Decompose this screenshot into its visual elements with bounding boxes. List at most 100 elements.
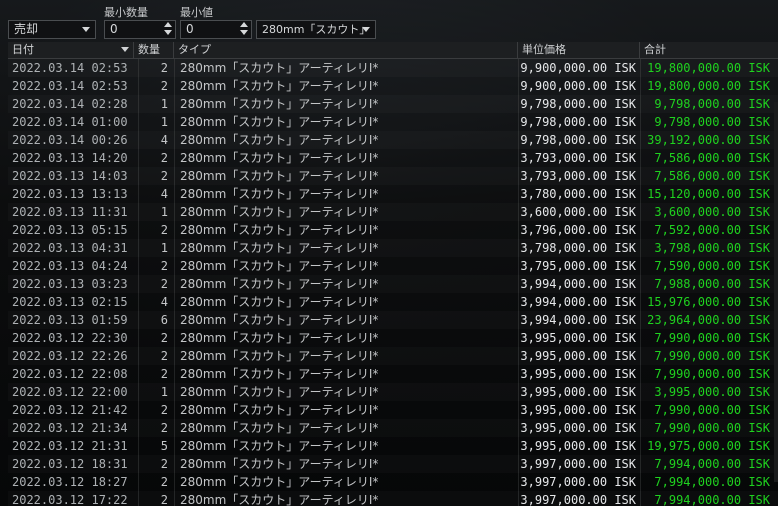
row-type: 280mm「スカウト」アーティレリI*	[180, 457, 379, 471]
row-unit-price: 3,997,000.00 ISK	[520, 493, 636, 506]
row-unit-price: 3,780,000.00 ISK	[520, 187, 636, 201]
row-type: 280mm「スカウト」アーティレリI*	[180, 439, 379, 453]
table-row[interactable]: 2022.03.13 11:31 1 280mm「スカウト」アーティレリI* 3,60…	[8, 203, 778, 221]
order-type-dropdown[interactable]: 売却	[8, 20, 96, 39]
table-row[interactable]: 2022.03.13 03:23 2 280mm「スカウト」アーティレリI* 3,99…	[8, 275, 778, 293]
table-row[interactable]: 2022.03.13 14:20 2 280mm「スカウト」アーティレリI* 3,79…	[8, 149, 778, 167]
min-value-stepper[interactable]: 0	[180, 20, 252, 39]
row-total: 19,800,000.00 ISK	[647, 61, 770, 75]
table-row[interactable]: 2022.03.12 22:08 2 280mm「スカウト」アーティレリI* 3,99…	[8, 365, 778, 383]
table-row[interactable]: 2022.03.12 18:27 2 280mm「スカウト」アーティレリI* 3,99…	[8, 473, 778, 491]
scrollbar[interactable]	[774, 102, 778, 482]
row-quantity: 4	[160, 295, 168, 309]
row-quantity: 1	[160, 115, 168, 129]
row-type: 280mm「スカウト」アーティレリI*	[180, 133, 379, 147]
row-unit-price: 3,995,000.00 ISK	[520, 439, 636, 453]
row-date: 2022.03.12 22:30	[12, 331, 128, 345]
row-type: 280mm「スカウト」アーティレリI*	[180, 295, 379, 309]
table-row[interactable]: 2022.03.14 01:00 1 280mm「スカウト」アーティレリI* 9,79…	[8, 113, 778, 131]
row-total: 7,994,000.00 ISK	[654, 457, 770, 471]
row-date: 2022.03.12 21:42	[12, 403, 128, 417]
column-header-date[interactable]: 日付	[8, 42, 134, 58]
row-date: 2022.03.12 18:31	[12, 457, 128, 471]
row-total: 23,964,000.00 ISK	[647, 313, 770, 327]
min-qty-value: 0	[110, 22, 118, 36]
table-row[interactable]: 2022.03.13 04:31 1 280mm「スカウト」アーティレリI* 3,79…	[8, 239, 778, 257]
table-row[interactable]: 2022.03.13 14:03 2 280mm「スカウト」アーティレリI* 3,79…	[8, 167, 778, 185]
row-date: 2022.03.12 22:26	[12, 349, 128, 363]
row-total: 3,600,000.00 ISK	[654, 205, 770, 219]
column-header-type[interactable]: タイプ	[174, 42, 518, 58]
row-quantity: 2	[160, 79, 168, 93]
row-unit-price: 3,995,000.00 ISK	[520, 403, 636, 417]
table-row[interactable]: 2022.03.12 18:31 2 280mm「スカウト」アーティレリI* 3,99…	[8, 455, 778, 473]
row-quantity: 2	[160, 61, 168, 75]
row-type: 280mm「スカウト」アーティレリI*	[180, 421, 379, 435]
item-filter-dropdown[interactable]: 280mm「スカウト」	[256, 20, 376, 39]
spinner-icon[interactable]	[239, 22, 249, 37]
table-row[interactable]: 2022.03.13 02:15 4 280mm「スカウト」アーティレリI* 3,99…	[8, 293, 778, 311]
row-total: 7,994,000.00 ISK	[654, 493, 770, 506]
row-total: 7,990,000.00 ISK	[654, 421, 770, 435]
table-row[interactable]: 2022.03.12 21:31 5 280mm「スカウト」アーティレリI* 3,99…	[8, 437, 778, 455]
transactions-table: 日付 数量 タイプ 単位価格 合計 2022.03.14 02:53 2 280mm…	[8, 42, 778, 506]
table-row[interactable]: 2022.03.13 13:13 4 280mm「スカウト」アーティレリI* 3,78…	[8, 185, 778, 203]
min-qty-stepper[interactable]: 0	[104, 20, 176, 39]
row-total: 7,990,000.00 ISK	[654, 403, 770, 417]
row-type: 280mm「スカウト」アーティレリI*	[180, 79, 379, 93]
row-total: 9,798,000.00 ISK	[654, 115, 770, 129]
column-header-unit-price[interactable]: 単位価格	[518, 42, 640, 58]
row-type: 280mm「スカウト」アーティレリI*	[180, 403, 379, 417]
row-quantity: 1	[160, 97, 168, 111]
row-type: 280mm「スカウト」アーティレリI*	[180, 367, 379, 381]
row-total: 9,798,000.00 ISK	[654, 97, 770, 111]
row-date: 2022.03.13 04:31	[12, 241, 128, 255]
row-quantity: 2	[160, 475, 168, 489]
row-quantity: 6	[160, 313, 168, 327]
row-quantity: 4	[160, 187, 168, 201]
table-row[interactable]: 2022.03.13 01:59 6 280mm「スカウト」アーティレリI* 3,99…	[8, 311, 778, 329]
row-type: 280mm「スカウト」アーティレリI*	[180, 61, 379, 75]
column-header-qty[interactable]: 数量	[134, 42, 174, 58]
row-unit-price: 3,995,000.00 ISK	[520, 367, 636, 381]
row-total: 7,990,000.00 ISK	[654, 349, 770, 363]
row-date: 2022.03.13 01:59	[12, 313, 128, 327]
row-total: 7,590,000.00 ISK	[654, 259, 770, 273]
table-row[interactable]: 2022.03.12 22:30 2 280mm「スカウト」アーティレリI* 3,99…	[8, 329, 778, 347]
table-row[interactable]: 2022.03.12 22:26 2 280mm「スカウト」アーティレリI* 3,99…	[8, 347, 778, 365]
column-header-unit-price-label: 単位価格	[522, 43, 566, 56]
column-header-total[interactable]: 合計	[640, 42, 778, 58]
row-total: 19,975,000.00 ISK	[647, 439, 770, 453]
row-type: 280mm「スカウト」アーティレリI*	[180, 115, 379, 129]
row-date: 2022.03.14 02:53	[12, 61, 128, 75]
table-row[interactable]: 2022.03.14 02:53 2 280mm「スカウト」アーティレリI* 9,90…	[8, 77, 778, 95]
row-type: 280mm「スカウト」アーティレリI*	[180, 223, 379, 237]
row-type: 280mm「スカウト」アーティレリI*	[180, 151, 379, 165]
item-filter-value: 280mm「スカウト」	[262, 23, 371, 36]
row-type: 280mm「スカウト」アーティレリI*	[180, 205, 379, 219]
row-quantity: 2	[160, 331, 168, 345]
row-unit-price: 3,796,000.00 ISK	[520, 223, 636, 237]
table-row[interactable]: 2022.03.13 04:24 2 280mm「スカウト」アーティレリI* 3,79…	[8, 257, 778, 275]
row-type: 280mm「スカウト」アーティレリI*	[180, 331, 379, 345]
table-row[interactable]: 2022.03.14 00:26 4 280mm「スカウト」アーティレリI* 9,79…	[8, 131, 778, 149]
row-total: 3,798,000.00 ISK	[654, 241, 770, 255]
filter-toolbar: 売却 最小数量 0 最小値 0 280mm「スカウト」	[0, 0, 778, 42]
table-row[interactable]: 2022.03.13 05:15 2 280mm「スカウト」アーティレリI* 3,79…	[8, 221, 778, 239]
row-quantity: 2	[160, 493, 168, 506]
row-date: 2022.03.14 02:28	[12, 97, 128, 111]
row-type: 280mm「スカウト」アーティレリI*	[180, 277, 379, 291]
table-row[interactable]: 2022.03.12 22:00 1 280mm「スカウト」アーティレリI* 3,99…	[8, 383, 778, 401]
table-row[interactable]: 2022.03.12 17:22 2 280mm「スカウト」アーティレリI* 3,99…	[8, 491, 778, 506]
table-row[interactable]: 2022.03.12 21:34 2 280mm「スカウト」アーティレリI* 3,99…	[8, 419, 778, 437]
table-row[interactable]: 2022.03.14 02:53 2 280mm「スカウト」アーティレリI* 9,90…	[8, 59, 778, 77]
row-unit-price: 3,994,000.00 ISK	[520, 277, 636, 291]
table-row[interactable]: 2022.03.14 02:28 1 280mm「スカウト」アーティレリI* 9,79…	[8, 95, 778, 113]
row-quantity: 2	[160, 457, 168, 471]
table-header: 日付 数量 タイプ 単位価格 合計	[8, 42, 778, 59]
spinner-icon[interactable]	[163, 22, 173, 37]
table-row[interactable]: 2022.03.12 21:42 2 280mm「スカウト」アーティレリI* 3,99…	[8, 401, 778, 419]
row-total: 19,800,000.00 ISK	[647, 79, 770, 93]
row-date: 2022.03.12 18:27	[12, 475, 128, 489]
row-quantity: 2	[160, 403, 168, 417]
